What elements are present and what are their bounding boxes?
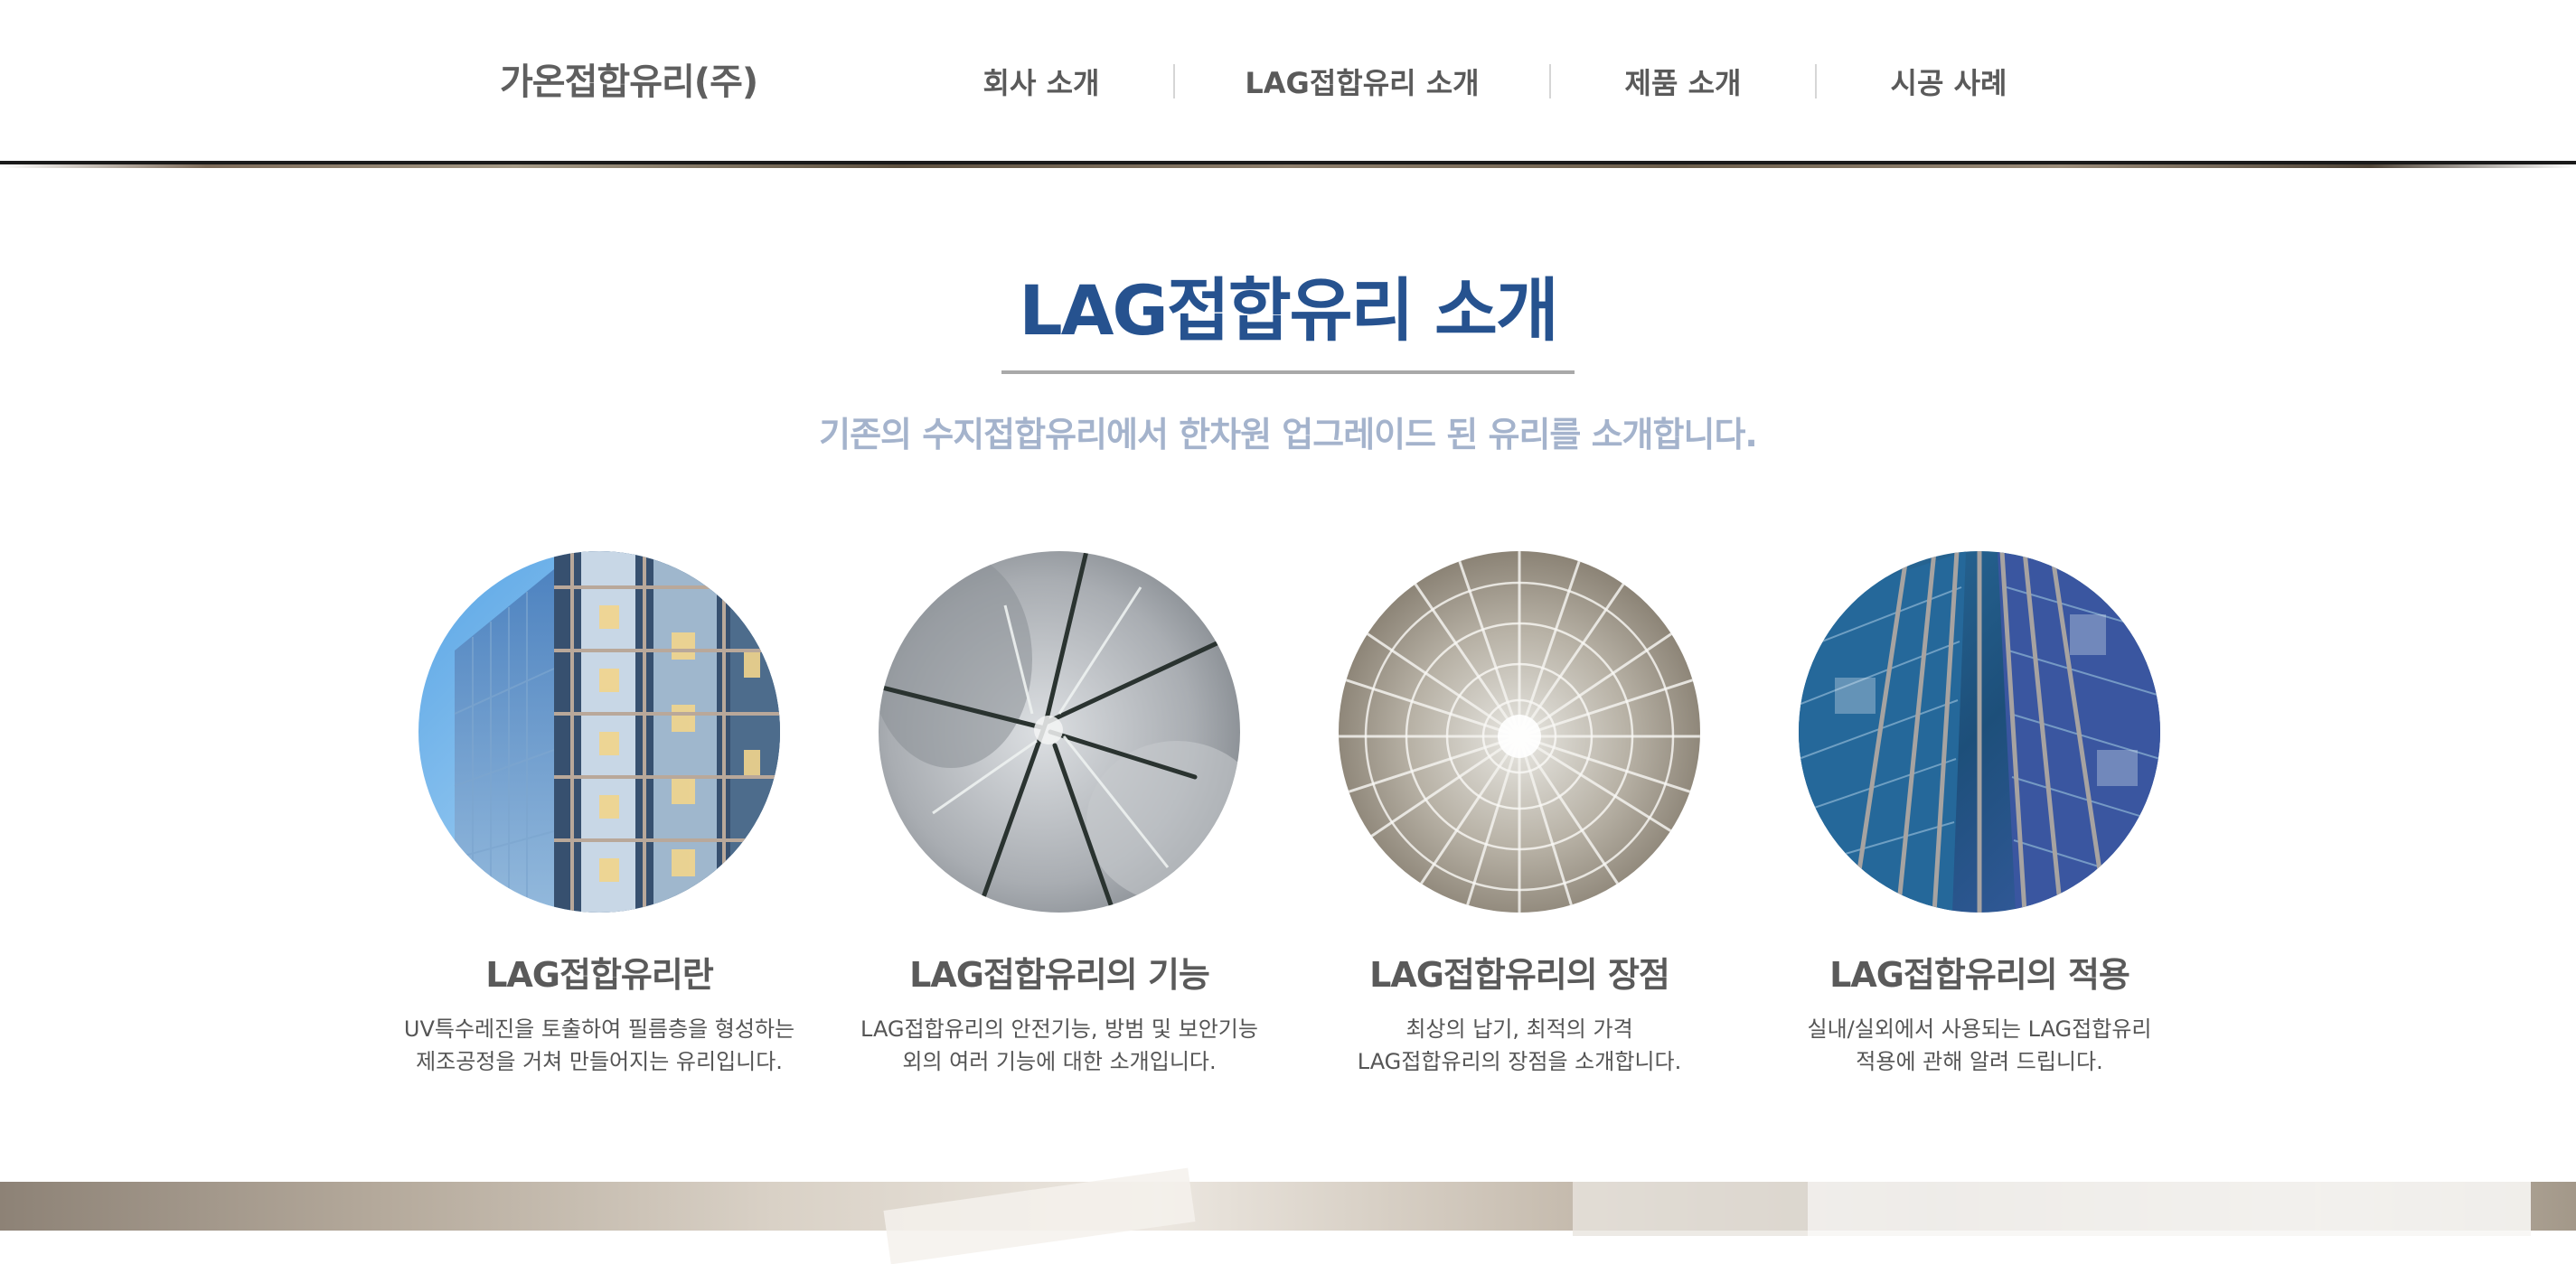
newspaper-shape xyxy=(883,1167,1196,1264)
title-underline xyxy=(1001,370,1575,374)
desk-shape xyxy=(1808,1182,2531,1236)
feature-card-definition[interactable]: LAG접합유리란 UV특수레진을 토출하여 필름층을 형성하는 제조공정을 거쳐… xyxy=(382,551,816,1078)
feature-description-line: 적용에 관해 알려 드립니다. xyxy=(1856,1049,2103,1074)
feature-title: LAG접합유리의 적용 xyxy=(1829,955,2130,995)
feature-card-functions[interactable]: LAG접합유리의 기능 LAG접합유리의 안전기능, 방범 및 보안기능 외의 … xyxy=(842,551,1276,1078)
next-section-background-image xyxy=(0,1167,2576,1264)
skyscraper-facade-image[interactable] xyxy=(1799,551,2160,913)
main-nav: 회사 소개 LAG접합유리 소개 제품 소개 시공 사례 xyxy=(909,36,2081,126)
feature-description-line: 제조공정을 거쳐 만들어지는 유리입니다. xyxy=(416,1049,783,1074)
feature-description: 실내/실외에서 사용되는 LAG접합유리 적용에 관해 알려 드립니다. xyxy=(1763,1013,2196,1078)
glass-building-image[interactable] xyxy=(418,551,780,913)
feature-title: LAG접합유리의 기능 xyxy=(909,955,1210,995)
feature-title: LAG접합유리의 장점 xyxy=(1369,955,1670,995)
nav-item-lag-intro[interactable]: LAG접합유리 소개 xyxy=(1175,61,1549,102)
feature-description: LAG접합유리의 안전기능, 방범 및 보안기능 외의 여러 기능에 대한 소개… xyxy=(842,1013,1276,1078)
site-header: 가온접합유리(주) 회사 소개 LAG접합유리 소개 제품 소개 시공 사례 xyxy=(0,0,2576,159)
shattered-glass-image[interactable] xyxy=(1339,551,1700,913)
feature-title: LAG접합유리란 xyxy=(485,955,714,995)
feature-description-line: LAG접합유리의 장점을 소개합니다. xyxy=(1357,1049,1682,1074)
feature-description-line: 외의 여러 기능에 대한 소개입니다. xyxy=(902,1049,1217,1074)
paper-shape xyxy=(1573,1182,1808,1236)
feature-description-line: UV특수레진을 토출하여 필름층을 형성하는 xyxy=(403,1016,795,1042)
feature-card-applications[interactable]: LAG접합유리의 적용 실내/실외에서 사용되는 LAG접합유리 적용에 관해 … xyxy=(1763,551,2196,1078)
cracked-glass-image[interactable] xyxy=(879,551,1240,913)
hero-image-edge xyxy=(0,164,2576,168)
feature-card-advantages[interactable]: LAG접합유리의 장점 최상의 납기, 최적의 가격 LAG접합유리의 장점을 … xyxy=(1302,551,1736,1078)
nav-item-products[interactable]: 제품 소개 xyxy=(1551,61,1815,102)
feature-description: 최상의 납기, 최적의 가격 LAG접합유리의 장점을 소개합니다. xyxy=(1302,1013,1736,1078)
feature-description: UV특수레진을 토출하여 필름층을 형성하는 제조공정을 거쳐 만들어지는 유리… xyxy=(382,1013,816,1078)
feature-description-line: LAG접합유리의 안전기능, 방범 및 보안기능 xyxy=(860,1016,1258,1042)
nav-item-cases[interactable]: 시공 사례 xyxy=(1817,61,2081,102)
feature-description-line: 실내/실외에서 사용되는 LAG접합유리 xyxy=(1807,1016,2152,1042)
site-logo[interactable]: 가온접합유리(주) xyxy=(500,52,758,105)
section-title: LAG접합유리 소개 xyxy=(1019,270,1559,351)
section-subtitle: 기존의 수지접합유리에서 한차원 업그레이드 된 유리를 소개합니다. xyxy=(819,415,1758,454)
feature-description-line: 최상의 납기, 최적의 가격 xyxy=(1406,1016,1633,1042)
nav-item-company[interactable]: 회사 소개 xyxy=(909,61,1173,102)
